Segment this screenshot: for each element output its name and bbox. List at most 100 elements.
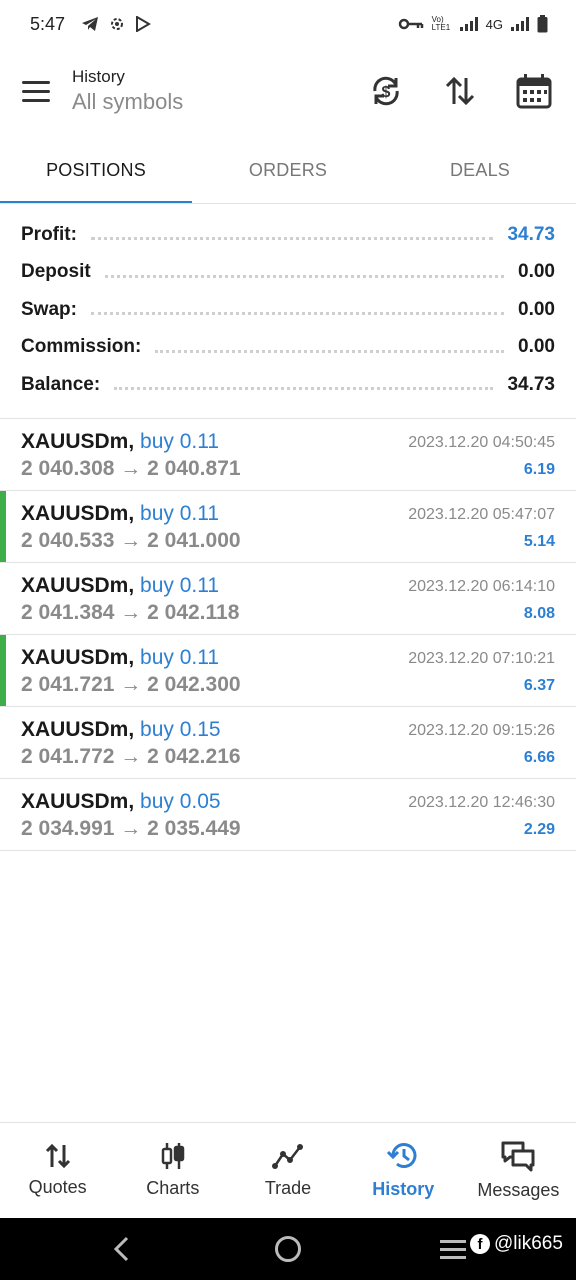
nav-label: History xyxy=(372,1179,435,1199)
home-icon[interactable] xyxy=(275,1236,301,1262)
battery-icon xyxy=(537,15,548,33)
position-time: 2023.12.20 07:10:21 xyxy=(408,650,555,667)
recent-apps-icon[interactable] xyxy=(440,1240,466,1259)
position-direction: buy 0.11 xyxy=(140,574,220,597)
position-symbol: XAUUSDm, xyxy=(21,718,135,741)
divider xyxy=(0,203,576,204)
position-time: 2023.12.20 06:14:10 xyxy=(408,578,555,595)
summary-row-deposit: Deposit 0.00 xyxy=(0,254,576,292)
summary-value: 34.73 xyxy=(507,373,555,395)
position-row[interactable]: XAUUSDm, buy 0.15 2 041.772 → 2 042.216 … xyxy=(0,707,576,779)
position-row[interactable]: XAUUSDm, buy 0.05 2 034.991 → 2 035.449 … xyxy=(0,779,576,851)
close-price: 2 042.118 xyxy=(147,601,240,624)
position-direction: buy 0.15 xyxy=(140,718,221,741)
close-price: 2 035.449 xyxy=(147,817,241,840)
nav-messages[interactable]: Messages xyxy=(461,1123,576,1218)
open-price: 2 034.991 xyxy=(21,817,115,840)
nav-label: Charts xyxy=(146,1178,200,1198)
system-navigation-bar: f @lik665 xyxy=(0,1218,576,1280)
nav-charts[interactable]: Charts xyxy=(115,1123,230,1218)
charts-icon xyxy=(161,1143,185,1169)
symbol-filter[interactable]: All symbols xyxy=(72,89,183,115)
summary-label: Profit: xyxy=(21,223,77,245)
position-direction: buy 0.05 xyxy=(140,790,221,813)
tab-deals[interactable]: DEALS xyxy=(384,136,576,204)
tab-orders[interactable]: ORDERS xyxy=(192,136,384,204)
nav-label: Trade xyxy=(264,1178,312,1198)
page-title: History xyxy=(72,67,125,86)
summary-label: Balance: xyxy=(21,373,101,395)
open-price: 2 041.721 xyxy=(21,673,115,696)
dotted-leader xyxy=(90,312,505,316)
dotted-leader xyxy=(104,274,505,278)
dotted-leader xyxy=(90,237,494,241)
network-label: 4G xyxy=(485,16,503,32)
signal-icon xyxy=(459,17,478,31)
signal-icon-2 xyxy=(511,17,529,31)
open-price: 2 041.384 xyxy=(21,601,115,624)
position-direction: buy 0.11 xyxy=(140,430,220,453)
status-bar: 5:47 Vo) LTE1 4G xyxy=(0,0,576,48)
svg-text:$: $ xyxy=(382,84,391,101)
close-price: 2 042.300 xyxy=(147,673,241,696)
position-profit: 6.19 xyxy=(523,461,555,478)
summary-label: Swap: xyxy=(21,298,77,320)
position-symbol: XAUUSDm, xyxy=(21,574,135,597)
sort-icon[interactable] xyxy=(438,69,482,113)
messages-icon xyxy=(501,1141,535,1172)
position-row[interactable]: XAUUSDm, buy 0.11 2 041.384 → 2 042.118 … xyxy=(0,563,576,635)
position-time: 2023.12.20 09:15:26 xyxy=(408,722,555,739)
position-direction: buy 0.11 xyxy=(140,646,220,669)
watermark: f @lik665 xyxy=(470,1233,563,1255)
open-price: 2 040.308 xyxy=(21,457,115,480)
summary-label: Deposit xyxy=(21,261,91,283)
nav-history[interactable]: History xyxy=(346,1123,461,1218)
close-price: 2 042.216 xyxy=(147,745,241,768)
open-price: 2 041.772 xyxy=(21,745,115,768)
summary-row-profit: Profit: 34.73 xyxy=(0,216,576,254)
menu-icon[interactable] xyxy=(22,69,66,113)
summary-panel: Profit: 34.73 Deposit 0.00 Swap: 0.00 Co… xyxy=(0,216,576,404)
nav-quotes[interactable]: Quotes xyxy=(0,1123,115,1218)
volte-label: Vo) LTE1 xyxy=(431,15,451,32)
position-time: 2023.12.20 04:50:45 xyxy=(408,434,555,451)
position-row[interactable]: XAUUSDm, buy 0.11 2 040.308 → 2 040.871 … xyxy=(0,419,576,491)
open-price: 2 040.533 xyxy=(21,529,115,552)
summary-row-commission: Commission: 0.00 xyxy=(0,329,576,367)
telegram-icon xyxy=(82,17,99,31)
vpn-key-icon xyxy=(398,18,423,30)
arrow: → xyxy=(120,529,142,552)
position-symbol: XAUUSDm, xyxy=(21,430,135,453)
nav-label: Quotes xyxy=(28,1177,87,1197)
position-row[interactable]: XAUUSDm, buy 0.11 2 041.721 → 2 042.300 … xyxy=(0,635,576,707)
summary-row-balance: Balance: 34.73 xyxy=(0,366,576,404)
summary-value: 0.00 xyxy=(518,336,555,358)
position-marker xyxy=(0,635,6,706)
summary-value: 0.00 xyxy=(518,261,555,283)
position-symbol: XAUUSDm, xyxy=(21,646,135,669)
status-time: 5:47 xyxy=(30,13,66,34)
position-profit: 6.66 xyxy=(523,749,555,766)
position-profit: 2.29 xyxy=(523,821,555,838)
summary-label: Commission: xyxy=(21,336,142,358)
dotted-leader xyxy=(155,349,505,353)
history-icon xyxy=(387,1143,417,1168)
tab-positions[interactable]: POSITIONS xyxy=(0,136,192,204)
quotes-icon xyxy=(45,1143,70,1169)
bottom-navigation: Quotes Charts Trade History Messages xyxy=(0,1122,576,1218)
watermark-text: @lik665 xyxy=(494,1233,563,1254)
arrow: → xyxy=(120,601,142,624)
arrow: → xyxy=(120,673,142,696)
calendar-icon[interactable] xyxy=(512,69,556,113)
facebook-icon: f xyxy=(470,1234,490,1254)
trade-icon xyxy=(272,1144,303,1169)
arrow: → xyxy=(120,817,142,840)
positions-list: XAUUSDm, buy 0.11 2 040.308 → 2 040.871 … xyxy=(0,419,576,851)
position-time: 2023.12.20 12:46:30 xyxy=(408,794,555,811)
nav-trade[interactable]: Trade xyxy=(230,1123,345,1218)
back-icon[interactable] xyxy=(112,1236,132,1262)
settings-icon xyxy=(111,18,124,30)
currency-exchange-icon[interactable]: $ xyxy=(364,69,408,113)
position-row[interactable]: XAUUSDm, buy 0.11 2 040.533 → 2 041.000 … xyxy=(0,491,576,563)
position-symbol: XAUUSDm, xyxy=(21,790,135,813)
